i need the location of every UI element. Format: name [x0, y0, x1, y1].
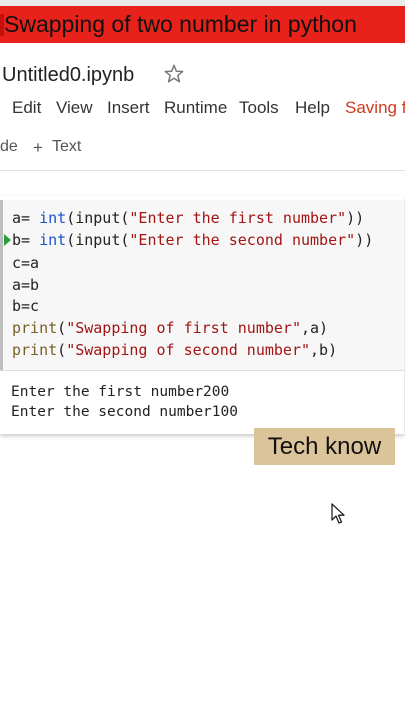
add-code-button[interactable]: de [0, 138, 18, 156]
code-line: b= int(input("Enter the second number")) [12, 231, 374, 249]
code-line: b=c [12, 297, 40, 315]
saving-status: Saving fa [345, 98, 405, 117]
notebook-header: Untitled0.ipynb [0, 58, 405, 98]
run-cursor-icon [4, 234, 11, 246]
video-title-banner: Swapping of two number in python [0, 6, 405, 43]
watermark: Tech know [254, 428, 395, 465]
cell-focus-edge [0, 200, 3, 370]
code-line: c=a [12, 254, 40, 272]
menu-edit[interactable]: Edit [12, 98, 41, 118]
menu-help[interactable]: Help [295, 98, 330, 118]
output-line: Enter the first number200 [11, 384, 230, 400]
video-title: Swapping of two number in python [4, 11, 357, 37]
add-text-button[interactable]: Text [52, 138, 81, 156]
output-line: Enter the second number100 [11, 404, 238, 420]
menu-bar: Edit View Insert Runtime Tools Help Savi… [0, 96, 405, 122]
menu-insert[interactable]: Insert [107, 98, 150, 118]
menu-tools[interactable]: Tools [239, 98, 279, 118]
code-line: print("Swapping of second number",b) [12, 341, 338, 359]
code-line: print("Swapping of first number",a) [12, 319, 329, 337]
code-line: a=b [12, 276, 40, 294]
mouse-pointer-icon [331, 503, 345, 524]
plus-icon[interactable]: + [33, 138, 43, 158]
notebook-name[interactable]: Untitled0.ipynb [2, 64, 134, 87]
menu-runtime[interactable]: Runtime [164, 98, 227, 118]
divider [0, 170, 405, 171]
menu-view[interactable]: View [56, 98, 93, 118]
star-icon[interactable] [163, 63, 185, 85]
code-line: a= int(input("Enter the first number")) [12, 209, 365, 227]
cell-toolbar: de + Text [0, 136, 405, 160]
